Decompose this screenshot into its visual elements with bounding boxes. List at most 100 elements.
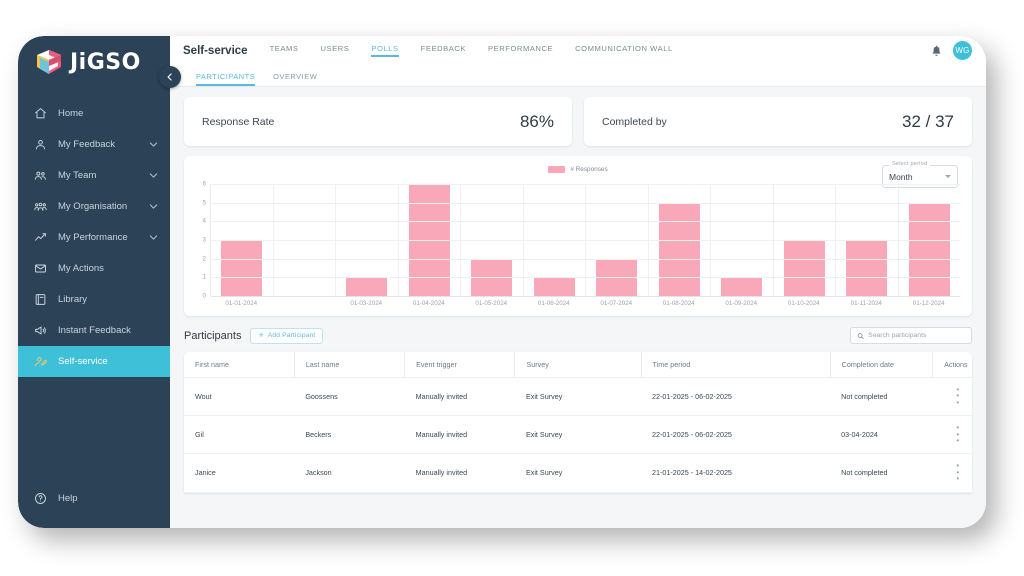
- column-actions: Actions: [932, 352, 972, 378]
- chevron-down-icon: [149, 235, 158, 240]
- chevron-down-icon: [149, 142, 158, 147]
- tab-participants[interactable]: PARTICIPANTS: [196, 72, 256, 86]
- chevron-down-icon: [945, 175, 951, 178]
- y-axis-tick: 5: [202, 199, 206, 207]
- search-input[interactable]: [868, 332, 965, 339]
- top-nav-item-polls[interactable]: POLLS: [371, 44, 399, 57]
- top-nav-item-teams[interactable]: TEAMS: [270, 44, 299, 57]
- participants-table-element: First name Last name Event trigger Surve…: [184, 352, 972, 493]
- brand-logo[interactable]: JiGSO: [18, 36, 170, 88]
- stat-card-completed-by: Completed by 32 / 37: [584, 97, 972, 146]
- chevron-down-icon: [149, 173, 158, 178]
- sidebar-item-my-performance[interactable]: My Performance: [18, 222, 170, 253]
- cell-event-trigger: Manually invited: [404, 377, 515, 417]
- chart-bar[interactable]: [533, 277, 575, 296]
- column-first-name[interactable]: First name: [184, 352, 295, 378]
- responses-chart-panel: Select period Month # Responses 0123456: [184, 156, 972, 316]
- y-axis-tick: 3: [202, 236, 206, 244]
- stat-label: Completed by: [602, 115, 667, 128]
- y-axis-tick: 1: [202, 273, 206, 281]
- top-nav: TEAMS USERS POLLS FEEDBACK PERFORMANCE C…: [270, 44, 930, 57]
- chart-bar[interactable]: [783, 240, 825, 296]
- screenshot-root: JiGSO Home My Feedback My Team My Organi…: [0, 0, 1024, 576]
- chart-bar[interactable]: [908, 202, 950, 296]
- sidebar-collapse-button[interactable]: [159, 66, 181, 88]
- sidebar-item-my-actions[interactable]: My Actions: [18, 253, 170, 284]
- x-axis-tick: 01-07-2024: [600, 300, 633, 307]
- x-axis-tick: 01-05-2024: [475, 300, 508, 307]
- table-row[interactable]: Wout Goossens Manually invited Exit Survey 2…: [184, 377, 972, 417]
- x-axis-tick: 01-12-2024: [912, 300, 945, 307]
- sidebar-item-home[interactable]: Home: [18, 98, 170, 129]
- chart-bar[interactable]: [346, 277, 388, 296]
- chart-legend: # Responses: [184, 166, 972, 173]
- top-nav-item-performance[interactable]: PERFORMANCE: [488, 44, 553, 57]
- x-axis-tick: 01-10-2024: [787, 300, 820, 307]
- device-frame: JiGSO Home My Feedback My Team My Organi…: [18, 36, 986, 528]
- top-nav-item-users[interactable]: USERS: [321, 44, 350, 57]
- sidebar: JiGSO Home My Feedback My Team My Organi…: [18, 36, 181, 528]
- x-axis-tick: 01-03-2024: [350, 300, 383, 307]
- sidebar-item-instant-feedback[interactable]: Instant Feedback: [18, 315, 170, 346]
- x-axis-tick: 01-06-2024: [537, 300, 570, 307]
- column-last-name[interactable]: Last name: [293, 352, 405, 378]
- legend-label: # Responses: [570, 166, 608, 173]
- bell-icon[interactable]: [930, 44, 943, 57]
- column-time-period[interactable]: Time period: [640, 352, 831, 378]
- kebab-menu-icon[interactable]: • • •: [944, 423, 972, 444]
- tab-overview[interactable]: OVERVIEW: [273, 72, 317, 86]
- cell-event-trigger: Manually invited: [404, 415, 515, 455]
- stat-value: 86%: [519, 111, 554, 131]
- cell-time-period: 21-01-2025 - 14-02-2025: [641, 453, 831, 493]
- sidebar-item-my-feedback[interactable]: My Feedback: [18, 129, 170, 160]
- trend-up-icon: [34, 231, 47, 244]
- column-completion-date[interactable]: Completion date: [829, 352, 933, 378]
- envelope-icon: [34, 262, 47, 275]
- cell-survey: Exit Survey: [514, 377, 642, 417]
- chart-bar[interactable]: [846, 240, 888, 296]
- stat-cards: Response Rate 86% Completed by 32 / 37: [184, 97, 972, 146]
- app-screen: JiGSO Home My Feedback My Team My Organi…: [18, 36, 986, 528]
- sidebar-item-label: Help: [58, 493, 78, 504]
- sidebar-item-help[interactable]: Help: [18, 483, 170, 514]
- table-header-row: First name Last name Event trigger Surve…: [184, 352, 972, 378]
- participants-table: First name Last name Event trigger Surve…: [184, 352, 972, 493]
- kebab-menu-icon[interactable]: • • •: [944, 462, 972, 483]
- search-participants-box[interactable]: [850, 327, 972, 344]
- top-nav-item-communication-wall[interactable]: COMMUNICATION WALL: [575, 44, 673, 57]
- gridline: [211, 258, 960, 260]
- sidebar-item-self-service[interactable]: Self-service: [18, 346, 170, 377]
- avatar[interactable]: WG: [953, 41, 972, 60]
- person-icon: [34, 138, 47, 151]
- gridline: [211, 240, 960, 241]
- sidebar-nav: Home My Feedback My Team My Organisation…: [18, 98, 170, 483]
- page-title: Self-service: [183, 44, 248, 57]
- sidebar-item-my-team[interactable]: My Team: [18, 160, 170, 191]
- cell-completion-date: Not completed: [830, 377, 933, 417]
- x-axis-tick: 01-08-2024: [662, 300, 695, 307]
- top-nav-item-feedback[interactable]: FEEDBACK: [421, 44, 466, 57]
- kebab-menu-icon[interactable]: • • •: [944, 385, 972, 406]
- sidebar-item-library[interactable]: Library: [18, 284, 170, 315]
- chart-bar[interactable]: [221, 240, 263, 296]
- table-row[interactable]: Janice Jackson Manually invited Exit Survey…: [184, 453, 972, 493]
- add-participant-button[interactable]: + Add Participant: [250, 327, 324, 344]
- organisation-icon: [34, 200, 47, 213]
- column-event-trigger[interactable]: Event trigger: [404, 352, 515, 378]
- jigso-cube-logo-icon: [36, 49, 62, 75]
- sidebar-item-my-organisation[interactable]: My Organisation: [18, 191, 170, 222]
- y-axis-tick: 6: [202, 180, 206, 188]
- sidebar-item-label: My Performance: [58, 232, 128, 243]
- sidebar-footer: Help: [18, 483, 170, 528]
- cell-completion-date: 03-04-2024: [830, 415, 933, 455]
- table-row[interactable]: Gil Beckers Manually invited Exit Survey 22-…: [184, 415, 972, 455]
- chart-bar[interactable]: [658, 202, 700, 296]
- main-area: Self-service TEAMS USERS POLLS FEEDBACK …: [170, 36, 986, 528]
- sidebar-item-label: Home: [58, 108, 84, 119]
- sidebar-item-label: My Feedback: [58, 139, 116, 150]
- chart-bar[interactable]: [721, 277, 763, 296]
- self-service-icon: [34, 355, 47, 368]
- chart-plot-area: 0123456 01-01-2024 01-03-2024 01-04-2024 01…: [194, 180, 962, 312]
- column-survey[interactable]: Survey: [514, 352, 642, 378]
- top-bar: Self-service TEAMS USERS POLLS FEEDBACK …: [170, 36, 986, 65]
